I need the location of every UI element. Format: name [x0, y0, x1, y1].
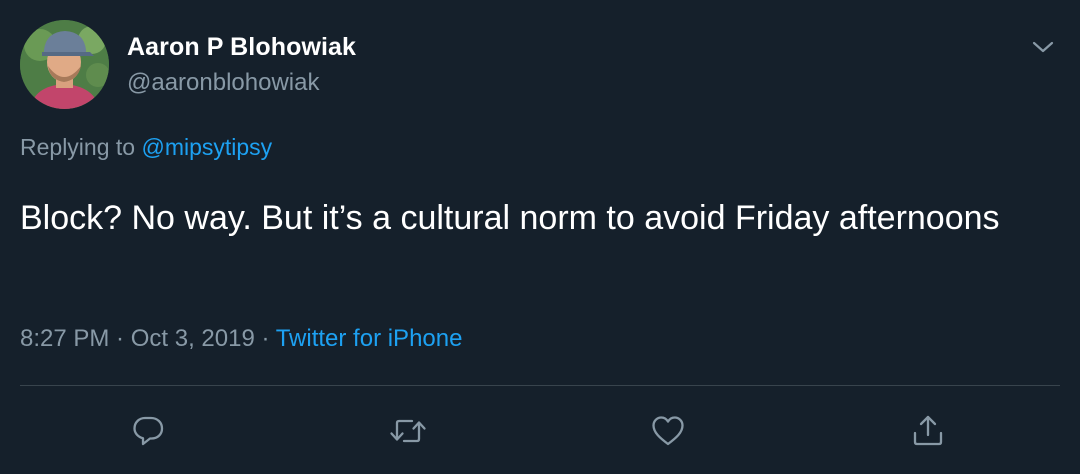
- share-button[interactable]: [908, 411, 948, 451]
- tweet-time[interactable]: 8:27 PM: [20, 325, 109, 352]
- tweet-card: Aaron P Blohowiak @aaronblohowiak Replyi…: [0, 0, 1080, 474]
- tweet-date[interactable]: Oct 3, 2019: [131, 325, 255, 352]
- divider: [20, 385, 1060, 386]
- chevron-down-icon[interactable]: [1030, 34, 1056, 60]
- replying-to-prefix: Replying to: [20, 134, 142, 160]
- retweet-button[interactable]: [388, 411, 428, 451]
- author-handle[interactable]: @aaronblohowiak: [127, 68, 356, 98]
- retweet-icon: [390, 419, 426, 443]
- tweet-source[interactable]: Twitter for iPhone: [276, 325, 463, 352]
- tweet-text: Block? No way. But it’s a cultural norm …: [20, 199, 1000, 237]
- like-button[interactable]: [648, 411, 688, 451]
- share-icon: [913, 415, 943, 446]
- author-display-name[interactable]: Aaron P Blohowiak: [127, 32, 356, 62]
- meta-separator: ·: [109, 325, 131, 352]
- replying-to-mention[interactable]: @mipsytipsy: [141, 134, 272, 160]
- heart-icon: [652, 416, 684, 446]
- author-block: Aaron P Blohowiak @aaronblohowiak: [127, 32, 356, 98]
- avatar[interactable]: [20, 20, 109, 109]
- meta-separator: ·: [254, 325, 276, 352]
- tweet-header: Aaron P Blohowiak @aaronblohowiak: [20, 20, 1060, 112]
- reply-button[interactable]: [128, 411, 168, 451]
- action-bar: [0, 405, 1080, 457]
- replying-to-line: Replying to @mipsytipsy: [20, 131, 272, 163]
- speech-bubble-icon: [133, 416, 164, 446]
- tweet-meta: 8:27 PM · Oct 3, 2019 · Twitter for iPho…: [20, 322, 462, 356]
